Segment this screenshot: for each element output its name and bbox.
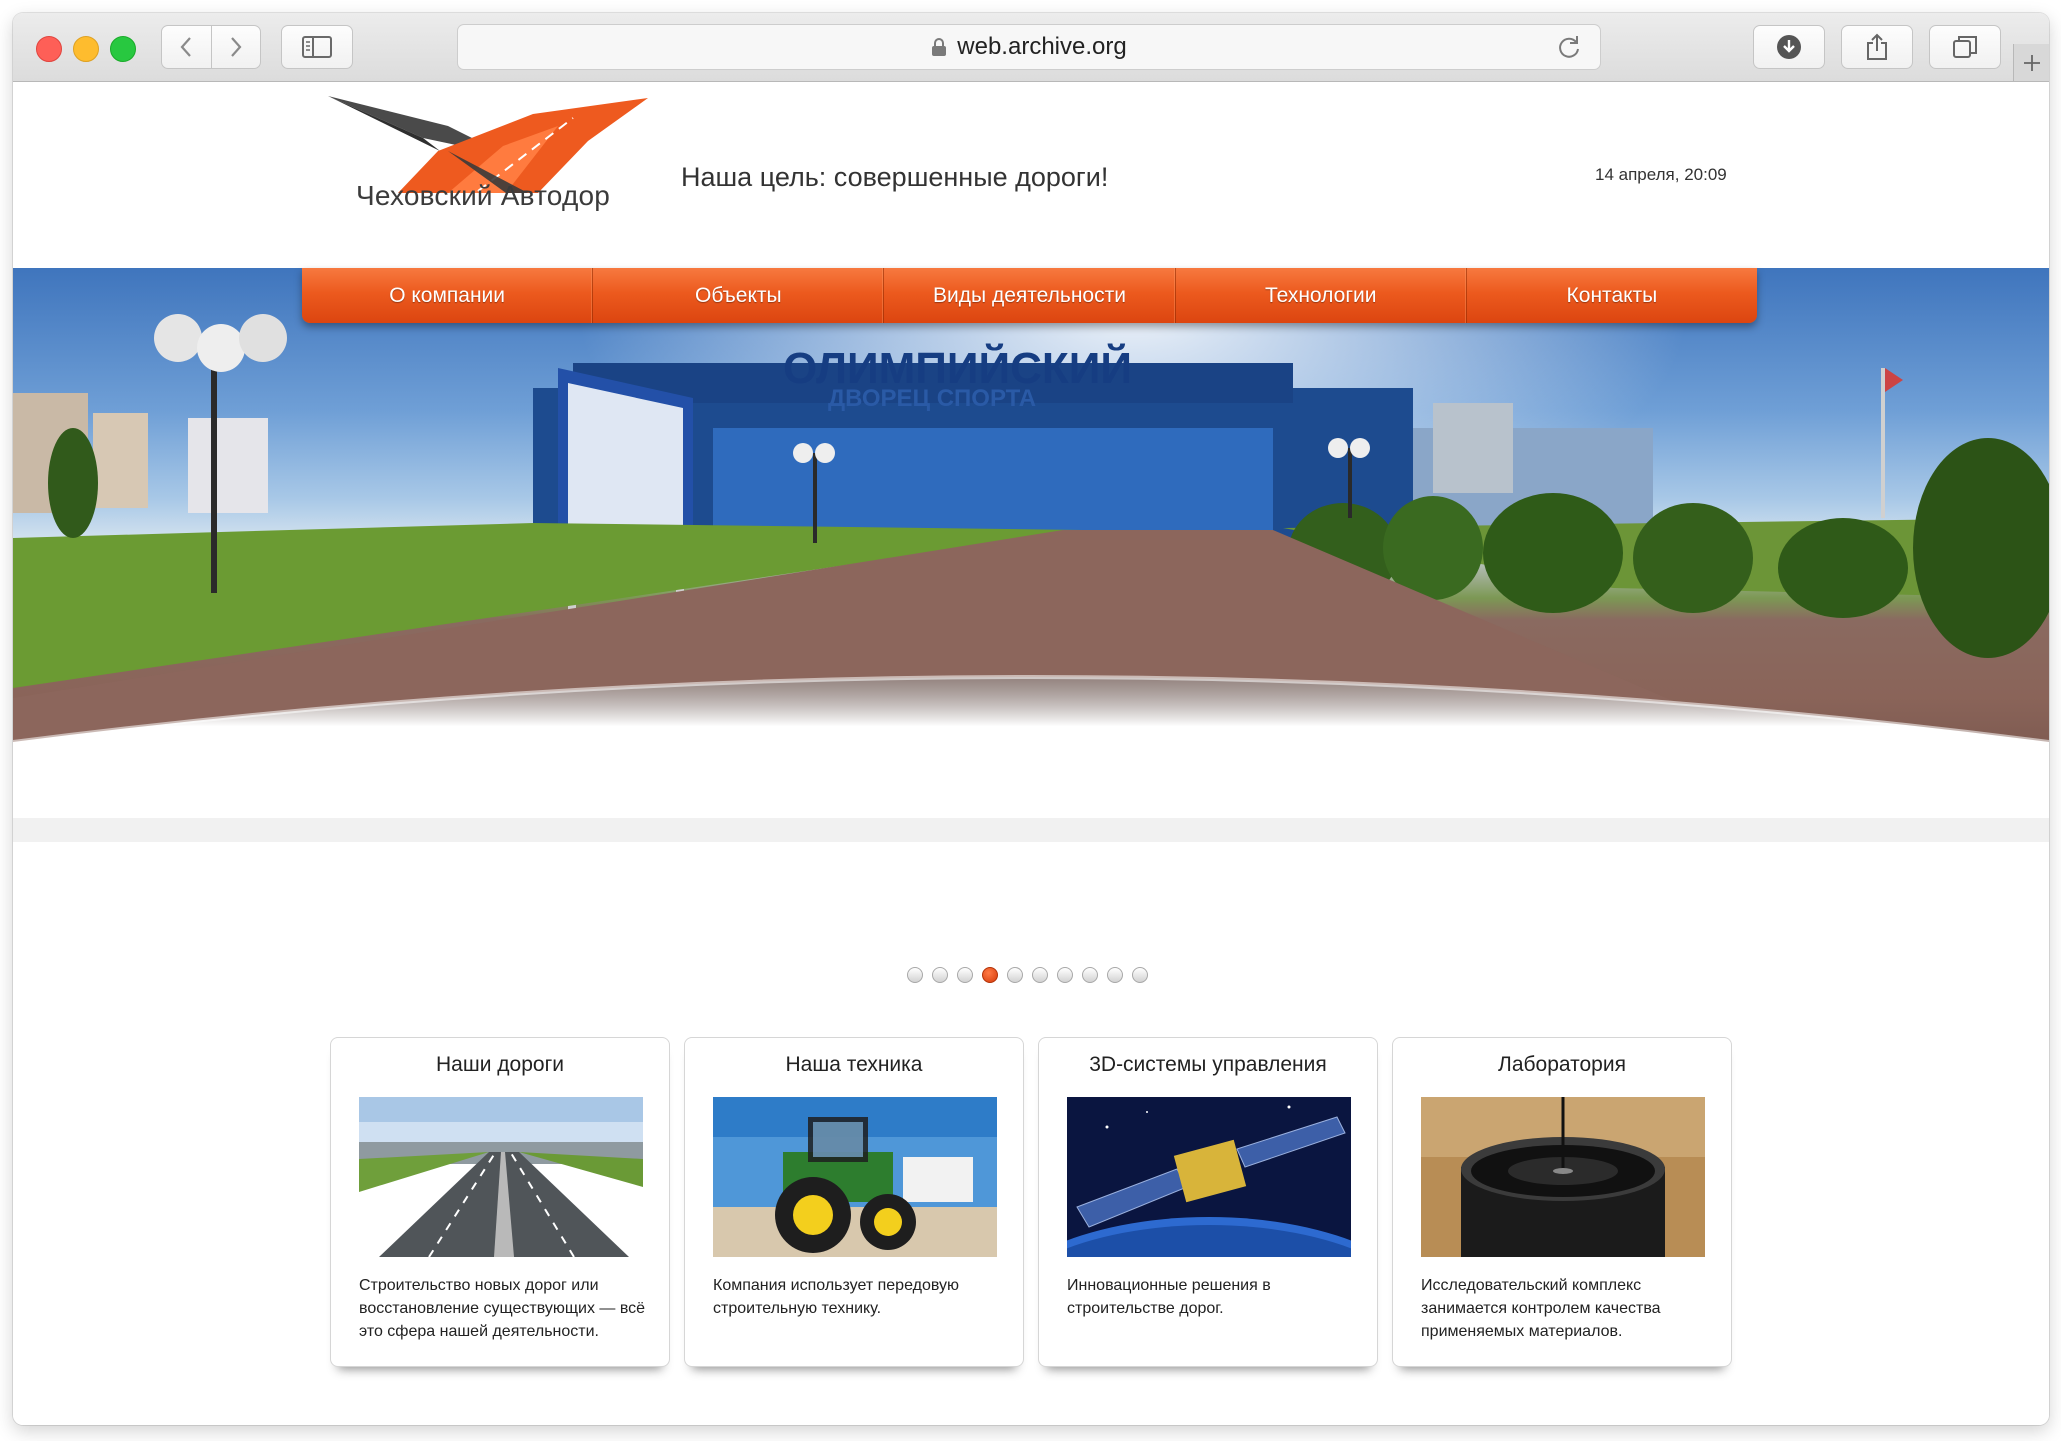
highway-photo[interactable] xyxy=(359,1097,643,1257)
zoom-window-button[interactable] xyxy=(110,36,136,62)
slider-dot-5[interactable] xyxy=(1007,967,1023,983)
card-text: Компания использует передовую строительн… xyxy=(713,1277,959,1317)
url-text: web.archive.org xyxy=(957,33,1127,60)
tractor-photo[interactable] xyxy=(713,1097,997,1257)
close-window-button[interactable] xyxy=(36,36,62,62)
feature-cards: Наши дороги Строительство новых дорог ил… xyxy=(330,1037,1732,1367)
site-tagline: Наша цель: совершенные дороги! xyxy=(681,162,1109,192)
menu-item-activities[interactable]: Виды деятельности xyxy=(884,268,1176,323)
chevron-left-icon xyxy=(180,37,192,57)
sidebar-button[interactable] xyxy=(281,25,353,69)
share-icon xyxy=(1867,33,1887,60)
back-button[interactable] xyxy=(162,26,212,68)
download-icon xyxy=(1777,35,1801,59)
main-menu: О компании Объекты Виды деятельности Тех… xyxy=(302,268,1757,323)
feature-card-3d-systems[interactable]: 3D-системы управления Инновационные реше… xyxy=(1038,1037,1378,1367)
tabs-icon xyxy=(1953,36,1977,58)
menu-item-about[interactable]: О компании xyxy=(302,268,594,323)
slider-dot-9[interactable] xyxy=(1107,967,1123,983)
card-title: Наша техника xyxy=(785,1053,923,1076)
address-bar[interactable]: web.archive.org xyxy=(457,24,1601,70)
share-button[interactable] xyxy=(1841,25,1913,69)
card-title: Наши дороги xyxy=(436,1053,564,1076)
feature-card-roads[interactable]: Наши дороги Строительство новых дорог ил… xyxy=(330,1037,670,1367)
menu-item-technologies[interactable]: Технологии xyxy=(1176,268,1467,323)
slider-dot-6[interactable] xyxy=(1032,967,1048,983)
browser-window: web.archive.org Чеховский Автодор Наша ц… xyxy=(13,13,2049,1425)
card-title: 3D-системы управления xyxy=(1089,1053,1327,1076)
feature-card-machinery[interactable]: Наша техника Компания использует передов… xyxy=(684,1037,1024,1367)
slider-dot-3[interactable] xyxy=(957,967,973,983)
new-tab-button[interactable] xyxy=(2013,44,2049,81)
slider-dot-10[interactable] xyxy=(1132,967,1148,983)
browser-toolbar: web.archive.org xyxy=(13,13,2049,82)
card-text: Исследовательский комплекс занимается ко… xyxy=(1421,1277,1661,1340)
current-datetime: 14 апреля, 20:09 xyxy=(1595,165,1727,184)
menu-item-contacts[interactable]: Контакты xyxy=(1467,268,1757,323)
logo-text: Чеховский Автодор xyxy=(356,180,611,211)
card-text: Строительство новых дорог или восстановл… xyxy=(359,1277,646,1340)
minimize-window-button[interactable] xyxy=(73,36,99,62)
laboratory-photo[interactable] xyxy=(1421,1097,1705,1257)
hero-slide-image: ОЛИМПИЙСКИЙ ДВОРЕЦ СПОРТА xyxy=(13,314,2049,818)
history-nav-group xyxy=(161,25,261,69)
tab-overview-button[interactable] xyxy=(1929,25,2001,69)
forward-button[interactable] xyxy=(212,26,261,68)
chevron-right-icon xyxy=(230,37,242,57)
slider-dot-2[interactable] xyxy=(932,967,948,983)
slider-dot-7[interactable] xyxy=(1057,967,1073,983)
slide-caption-link[interactable]: Дворец Спорта «Олимпийский» xyxy=(318,824,745,864)
hero-slider[interactable]: ОЛИМПИЙСКИЙ ДВОРЕЦ СПОРТА Дворец Спорта … xyxy=(13,268,2049,864)
sidebar-icon xyxy=(302,36,332,58)
card-text: Инновационные решения в строительстве до… xyxy=(1067,1277,1271,1317)
reload-icon[interactable] xyxy=(1556,34,1582,60)
web-page: Чеховский Автодор Наша цель: совершенные… xyxy=(13,82,2049,1425)
plus-icon xyxy=(2024,54,2040,71)
downloads-button[interactable] xyxy=(1753,25,1825,69)
slider-dot-1[interactable] xyxy=(907,967,923,983)
satellite-photo[interactable] xyxy=(1067,1097,1351,1257)
slider-dot-4[interactable] xyxy=(982,967,998,983)
menu-item-objects[interactable]: Объекты xyxy=(593,268,885,323)
card-title: Лаборатория xyxy=(1498,1053,1626,1076)
lock-icon xyxy=(932,38,947,56)
slider-dot-8[interactable] xyxy=(1082,967,1098,983)
slider-pagination xyxy=(907,967,1148,983)
feature-card-laboratory[interactable]: Лаборатория Исследовательский комплекс з… xyxy=(1392,1037,1732,1367)
building-subsign: ДВОРЕЦ СПОРТА xyxy=(828,385,1036,412)
